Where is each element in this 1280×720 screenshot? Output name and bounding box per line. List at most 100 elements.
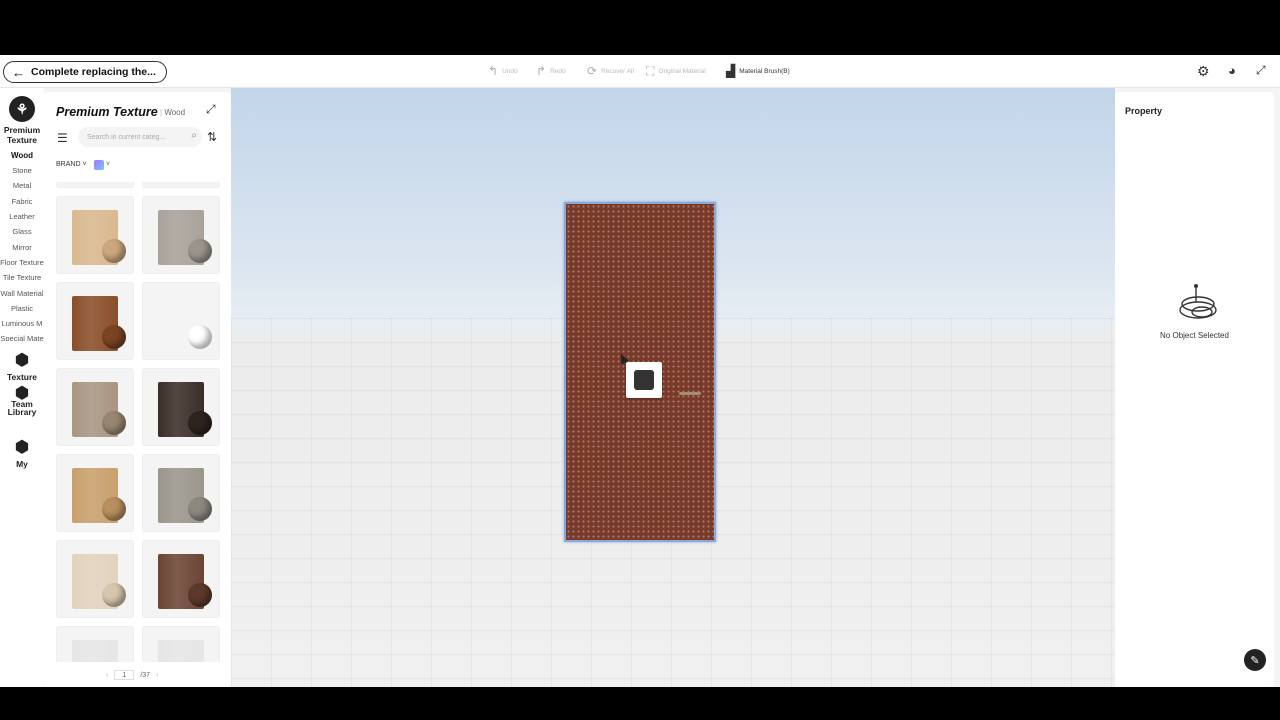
letterbox-bottom xyxy=(0,687,1280,720)
feedback-icon[interactable]: ✎ xyxy=(1244,649,1266,671)
category-luminous[interactable]: Luminous M xyxy=(0,319,44,328)
redo-icon: ↱ xyxy=(536,64,547,78)
panel-subtitle: Wood xyxy=(160,108,185,117)
texture-tile[interactable] xyxy=(56,540,134,618)
category-plastic[interactable]: Plastic xyxy=(0,304,44,313)
sort-icon[interactable]: ⇅ xyxy=(207,130,217,144)
texture-tile[interactable] xyxy=(142,282,220,360)
page-input[interactable]: 1 xyxy=(114,670,135,680)
material-editor: ← Complete replacing the... ↰ Undo ↱ Red… xyxy=(0,55,1280,687)
original-material-button[interactable]: ⛶ Original Material xyxy=(646,65,706,77)
texture-sphere xyxy=(188,411,212,435)
nav-premium-texture[interactable]: ⚘ Premium Texture xyxy=(0,96,44,145)
my-icon: ⬢ xyxy=(15,439,29,456)
original-material-icon: ⛶ xyxy=(646,64,655,78)
panel-title: Premium Texture xyxy=(56,105,158,119)
undo-button[interactable]: ↰ Undo xyxy=(488,65,518,77)
texture-sphere xyxy=(188,497,212,521)
nav-team-library-label: Team Library xyxy=(7,399,37,417)
category-mirror[interactable]: Mirror xyxy=(0,243,44,252)
texture-tile[interactable] xyxy=(142,626,220,662)
nav-texture-label: Texture xyxy=(6,372,38,382)
texture-sphere xyxy=(188,239,212,263)
texture-tile[interactable] xyxy=(142,368,220,446)
search-icon: ⌕ xyxy=(191,130,197,141)
avatar[interactable]: ◕ xyxy=(1228,64,1236,77)
texture-sphere xyxy=(102,411,126,435)
prev-page-icon[interactable]: ‹ xyxy=(106,672,108,679)
texture-tile[interactable] xyxy=(56,182,134,188)
texture-tile[interactable] xyxy=(142,540,220,618)
settings-icon[interactable]: ⚙ xyxy=(1197,64,1210,78)
left-nav: ⚘ Premium Texture Wood Stone Metal Fabri… xyxy=(0,88,44,687)
category-fabric[interactable]: Fabric xyxy=(0,197,44,206)
texture-tile[interactable] xyxy=(56,282,134,360)
texture-sphere xyxy=(102,583,126,607)
brush-icon: ▟ xyxy=(726,64,736,78)
texture-tile[interactable] xyxy=(56,196,134,274)
brand-label: BRAND xyxy=(56,161,81,168)
material-brush-button[interactable]: ▟ Material Brush(B) xyxy=(726,65,790,77)
material-panel: Premium Texture Wood ⤢ ☰ Search in curre… xyxy=(44,92,231,687)
fullscreen-icon[interactable]: ⤢ xyxy=(1256,64,1266,76)
color-filter[interactable]: ˅ xyxy=(94,159,112,170)
category-floor-texture[interactable]: Floor Texture xyxy=(0,258,44,267)
category-wall-material[interactable]: Wall Material xyxy=(0,289,44,298)
category-stone[interactable]: Stone xyxy=(0,166,44,175)
list-icon[interactable]: ☰ xyxy=(57,131,68,145)
brand-filter[interactable]: BRAND ˅ xyxy=(56,161,87,168)
search-input[interactable]: Search in current categ... ⌕ xyxy=(78,127,202,147)
texture-tile[interactable] xyxy=(142,196,220,274)
recover-all-button[interactable]: ⟳ Recover All xyxy=(587,65,634,77)
complete-replacing-button[interactable]: ← Complete replacing the... xyxy=(3,61,167,83)
texture-sphere xyxy=(102,239,126,263)
material-brush-label: Material Brush(B) xyxy=(739,67,790,75)
material-preview xyxy=(634,370,654,390)
3d-viewport[interactable] xyxy=(231,88,1115,687)
category-glass[interactable]: Glass xyxy=(0,227,44,236)
texture-tile[interactable] xyxy=(142,182,220,188)
premium-texture-icon: ⚘ xyxy=(9,96,35,122)
category-tile-texture[interactable]: Tile Texture xyxy=(0,273,44,282)
undo-icon: ↰ xyxy=(488,64,499,78)
complete-replacing-label: Complete replacing the... xyxy=(31,66,156,78)
team-library-icon: ⬢ xyxy=(15,385,29,402)
door-handle xyxy=(679,392,701,395)
top-toolbar: ← Complete replacing the... ↰ Undo ↱ Red… xyxy=(0,55,1280,88)
cube-icon: ⬢ xyxy=(15,352,29,369)
next-page-icon[interactable]: › xyxy=(156,672,158,679)
category-wood[interactable]: Wood xyxy=(0,151,44,160)
category-metal[interactable]: Metal xyxy=(0,181,44,190)
letterbox-top xyxy=(0,0,1280,55)
property-title: Property xyxy=(1125,106,1163,116)
redo-button[interactable]: ↱ Redo xyxy=(536,65,566,77)
page-total: /37 xyxy=(140,671,151,679)
undo-label: Undo xyxy=(502,67,518,75)
arrow-left-icon: ← xyxy=(12,64,25,80)
original-material-label: Original Material xyxy=(658,67,706,75)
property-panel: Property No Object Selected ✎ xyxy=(1115,92,1274,687)
category-leather[interactable]: Leather xyxy=(0,212,44,221)
nav-my-label: My xyxy=(16,459,28,469)
texture-grid xyxy=(56,182,220,662)
texture-sphere xyxy=(188,325,212,349)
texture-sphere xyxy=(102,325,126,349)
nav-texture[interactable]: ⬢ Texture xyxy=(0,350,44,382)
recover-all-label: Recover All xyxy=(601,67,634,75)
recover-icon: ⟳ xyxy=(587,64,598,78)
texture-slab xyxy=(158,640,204,662)
nav-team-library[interactable]: ⬢ Team Library xyxy=(0,385,44,417)
category-special[interactable]: Special Mate xyxy=(0,334,44,341)
expand-icon[interactable]: ⤢ xyxy=(206,102,216,117)
texture-sphere xyxy=(102,497,126,521)
texture-tile[interactable] xyxy=(56,626,134,662)
texture-sphere xyxy=(188,583,212,607)
empty-box-icon xyxy=(1179,284,1217,319)
texture-tile[interactable] xyxy=(56,368,134,446)
search-placeholder: Search in current categ... xyxy=(87,133,166,141)
nav-my[interactable]: ⬢ My xyxy=(0,437,44,469)
texture-tile[interactable] xyxy=(56,454,134,532)
color-swatch xyxy=(94,159,104,170)
texture-tile[interactable] xyxy=(142,454,220,532)
redo-label: Redo xyxy=(550,67,566,75)
